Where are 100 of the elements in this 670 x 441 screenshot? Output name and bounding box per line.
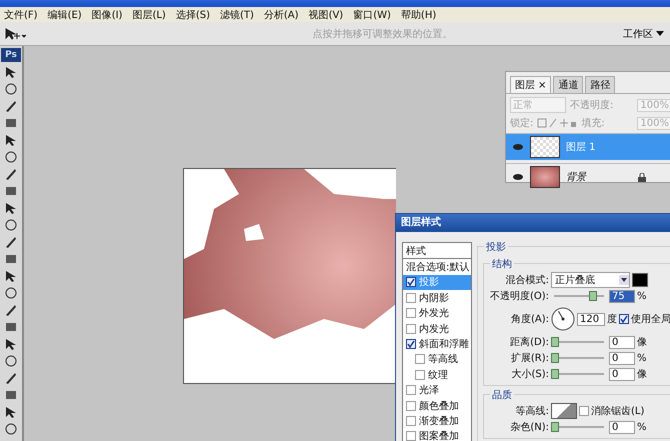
value-field[interactable]: 0 (609, 336, 635, 348)
caret-icon (619, 275, 629, 285)
style-item[interactable]: 渐变叠加 (403, 413, 471, 429)
field-label: 角度(A): (510, 312, 549, 326)
menu-item[interactable]: 滤镜(T) (220, 8, 254, 22)
checkbox[interactable] (406, 339, 416, 350)
style-label: 样式 (406, 244, 426, 258)
style-label: 颜色叠加 (419, 400, 459, 413)
panel-tab[interactable]: 图层 × (510, 76, 552, 93)
slider-thumb[interactable] (551, 353, 559, 363)
field-label: 不透明度(O): (488, 290, 549, 303)
menu-item[interactable]: 编辑(E) (48, 8, 82, 22)
layer-thumbnail (530, 136, 560, 158)
color-swatch[interactable] (632, 273, 648, 287)
close-tab-button[interactable]: × (538, 80, 546, 91)
style-label: 图案叠加 (419, 430, 459, 441)
style-item[interactable]: 纹理 (403, 367, 471, 383)
hint-text: 点按并拖移可调整效果的位置。 (312, 28, 454, 40)
style-item[interactable]: 等高线 (403, 352, 471, 368)
checkbox[interactable] (406, 400, 416, 411)
style-item[interactable]: 光泽 (403, 382, 471, 398)
unit-label: % (637, 290, 647, 302)
checkbox[interactable] (619, 314, 629, 324)
selection-arrow-icon[interactable] (4, 337, 18, 351)
unit-label: 像 (637, 368, 647, 381)
field-label: 混合模式: (504, 274, 549, 287)
menu-item[interactable]: 图像(I) (92, 8, 122, 22)
lock-label: 锁定: (510, 116, 534, 130)
menu-item[interactable]: 视图(V) (308, 8, 344, 22)
move-tool-icon[interactable] (4, 65, 18, 79)
checkbox[interactable] (406, 292, 416, 303)
field-label: 距离(D): (509, 336, 549, 349)
style-item[interactable]: 混合选项:默认 (403, 259, 471, 275)
style-label: 渐变叠加 (419, 414, 459, 428)
section-title: 投影 (484, 240, 508, 254)
contour-picker[interactable] (551, 403, 577, 419)
ellipse-tool-icon[interactable] (4, 82, 18, 96)
panel-tab[interactable]: 路径 (585, 76, 616, 93)
style-label: 内阴影 (419, 292, 449, 305)
opacity-field[interactable]: 75 (609, 290, 635, 302)
value-field[interactable]: 0 (609, 368, 635, 380)
slider-thumb[interactable] (551, 369, 559, 379)
unit-label: 像 (637, 336, 647, 349)
slider-thumb[interactable] (588, 291, 596, 301)
move-tool-icon[interactable] (4, 26, 26, 40)
style-item[interactable]: 样式 (403, 243, 471, 260)
style-label: 光泽 (419, 384, 439, 398)
checkbox[interactable] (406, 431, 416, 441)
menu-item[interactable]: 图层(L) (132, 8, 166, 22)
style-label: 纹理 (428, 368, 448, 382)
style-label: 混合选项:默认 (406, 260, 470, 274)
style-label: 斜面和浮雕 (419, 338, 469, 352)
workspace-button[interactable]: 工作区 (621, 24, 666, 42)
checkbox[interactable] (415, 370, 425, 380)
eye-icon[interactable] (512, 173, 524, 181)
checkbox[interactable] (406, 416, 416, 426)
checkbox[interactable] (406, 385, 416, 396)
style-item[interactable]: 图案叠加 (403, 428, 471, 441)
field-label: 杂色(N): (509, 420, 549, 434)
checkbox[interactable] (415, 354, 425, 364)
unit-label: % (637, 422, 647, 432)
checkbox[interactable] (406, 324, 416, 334)
style-label: 投影 (419, 276, 439, 290)
style-item[interactable]: 内阴影 (403, 290, 471, 306)
style-item[interactable]: 内发光 (403, 320, 471, 336)
checkbox[interactable] (406, 308, 416, 318)
fill-label: 填充: (581, 116, 605, 130)
field-label: 扩展(R): (510, 352, 549, 365)
style-item[interactable]: 斜面和浮雕 (403, 336, 471, 352)
menu-item[interactable]: 分析(A) (264, 8, 299, 22)
style-label: 等高线 (428, 352, 458, 366)
style-label: 内发光 (419, 322, 449, 336)
value-field[interactable]: 0 (609, 352, 635, 364)
opacity-label: 不透明度: (570, 98, 614, 112)
menu-item[interactable]: 帮助(H) (400, 8, 436, 22)
checkbox-label: 使用全局 (631, 313, 670, 326)
group-title: 结构 (490, 257, 514, 271)
style-item[interactable]: 外发光 (403, 306, 471, 321)
dialog-title: 图层样式 (396, 214, 670, 232)
layer-thumbnail (530, 166, 560, 188)
checkbox[interactable] (579, 406, 589, 416)
blend-mode-dropdown[interactable]: 正片叠底 (551, 272, 630, 288)
panel-tab[interactable]: 通道 (553, 76, 584, 93)
angle-field[interactable]: 120 (577, 312, 605, 326)
angle-dial[interactable] (551, 307, 575, 331)
group-title: 品质 (490, 388, 514, 402)
checkbox-label: 消除锯齿(L) (591, 404, 644, 418)
menu-item[interactable]: 选择(S) (176, 8, 210, 22)
style-label: 外发光 (419, 306, 449, 320)
layer-row[interactable]: 背景 (506, 163, 670, 190)
style-item[interactable]: 颜色叠加 (403, 398, 471, 414)
caret-icon (656, 30, 664, 36)
slider-thumb[interactable] (551, 337, 559, 347)
checkbox[interactable] (406, 277, 416, 288)
value-field[interactable]: 0 (609, 420, 635, 434)
unit-label: 度 (607, 312, 617, 326)
slider-thumb[interactable] (551, 422, 559, 432)
menu-item[interactable]: 窗口(W) (353, 8, 391, 22)
unit-label: % (637, 352, 647, 364)
menu-item[interactable]: 文件(F) (4, 8, 38, 22)
